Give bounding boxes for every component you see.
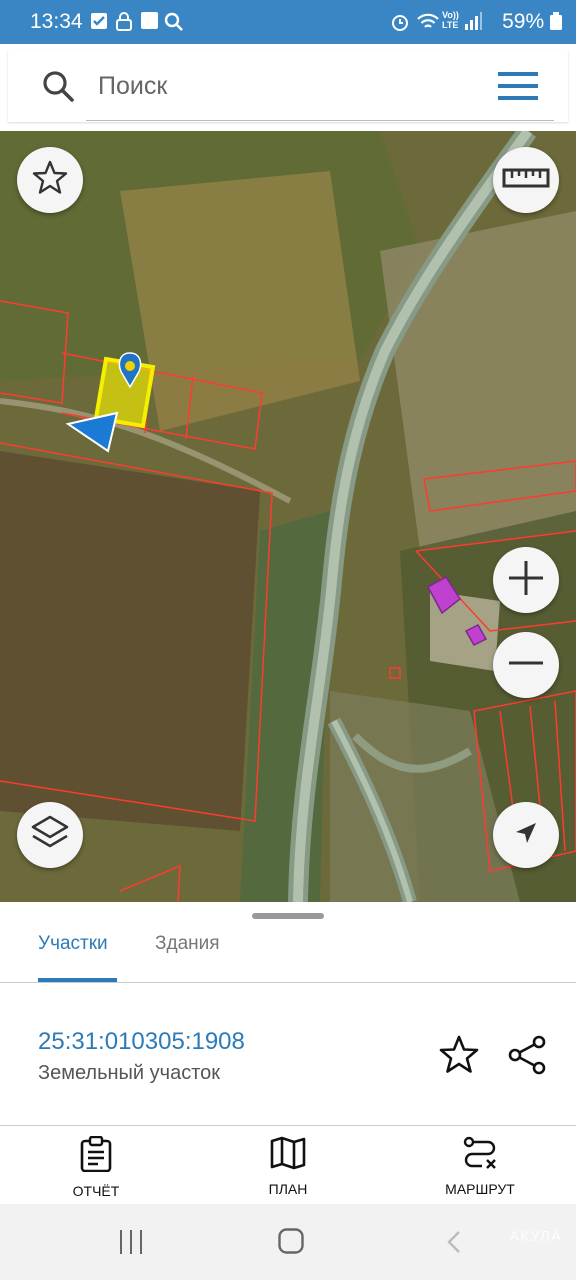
watermark: АКУЛА [509,1228,562,1245]
map-canvas [0,131,576,902]
volte-indicator: Vo)) LTE [442,10,459,30]
search-input[interactable]: Поиск [98,72,167,101]
star-icon [31,159,69,202]
plan-label: ПЛАН [268,1181,308,1197]
route-icon [462,1136,498,1174]
layers-icon [30,814,70,857]
home-icon[interactable] [278,1228,304,1259]
search-underline [86,120,554,121]
zoom-out-button[interactable] [493,632,559,698]
report-icon [79,1135,113,1176]
map-plan-icon [270,1136,306,1174]
battery-status: 59% [502,10,562,34]
zoom-in-button[interactable] [493,547,559,613]
battery-percent: 59% [502,10,545,33]
square-icon [141,12,158,34]
check-icon [90,12,108,35]
cadastral-number[interactable]: 25:31:010305:1908 [38,1028,245,1056]
alarm-icon [390,12,410,37]
tab-parcels[interactable]: Участки [38,933,108,955]
my-location-button[interactable] [493,802,559,868]
navigation-arrow-icon [512,819,540,852]
status-bar: 13:34 Vo)) LTE 59% [0,0,576,44]
system-nav-bar [0,1204,576,1280]
route-button[interactable]: МАРШРУТ [420,1136,540,1197]
back-icon[interactable] [446,1230,462,1259]
favorite-star-icon[interactable] [438,1034,480,1081]
lock-icon [116,12,132,36]
sheet-drag-handle[interactable] [252,913,324,919]
actions-divider [0,1125,576,1126]
favorites-button[interactable] [17,147,83,213]
plus-icon [507,559,545,602]
share-icon[interactable] [506,1034,548,1081]
status-time: 13:34 [30,10,83,33]
recent-apps-icon[interactable] [118,1230,144,1259]
ruler-icon [502,166,550,195]
search-status-icon [164,12,184,37]
tab-buildings[interactable]: Здания [155,933,220,955]
report-label: ОТЧЁТ [72,1183,120,1199]
menu-icon[interactable] [498,72,538,105]
satellite-map[interactable] [0,131,576,902]
route-label: МАРШРУТ [445,1181,515,1197]
battery-icon [550,12,562,30]
parcel-type: Земельный участок [38,1062,221,1084]
minus-icon [507,644,545,687]
divider [0,982,576,983]
search-icon[interactable] [42,70,74,107]
report-button[interactable]: ОТЧЁТ [36,1135,156,1199]
layers-button[interactable] [17,802,83,868]
signal-icon [464,12,482,35]
ruler-button[interactable] [493,147,559,213]
plan-button[interactable]: ПЛАН [228,1136,348,1197]
search-bar: Поиск [8,50,568,122]
wifi-icon [416,12,440,37]
